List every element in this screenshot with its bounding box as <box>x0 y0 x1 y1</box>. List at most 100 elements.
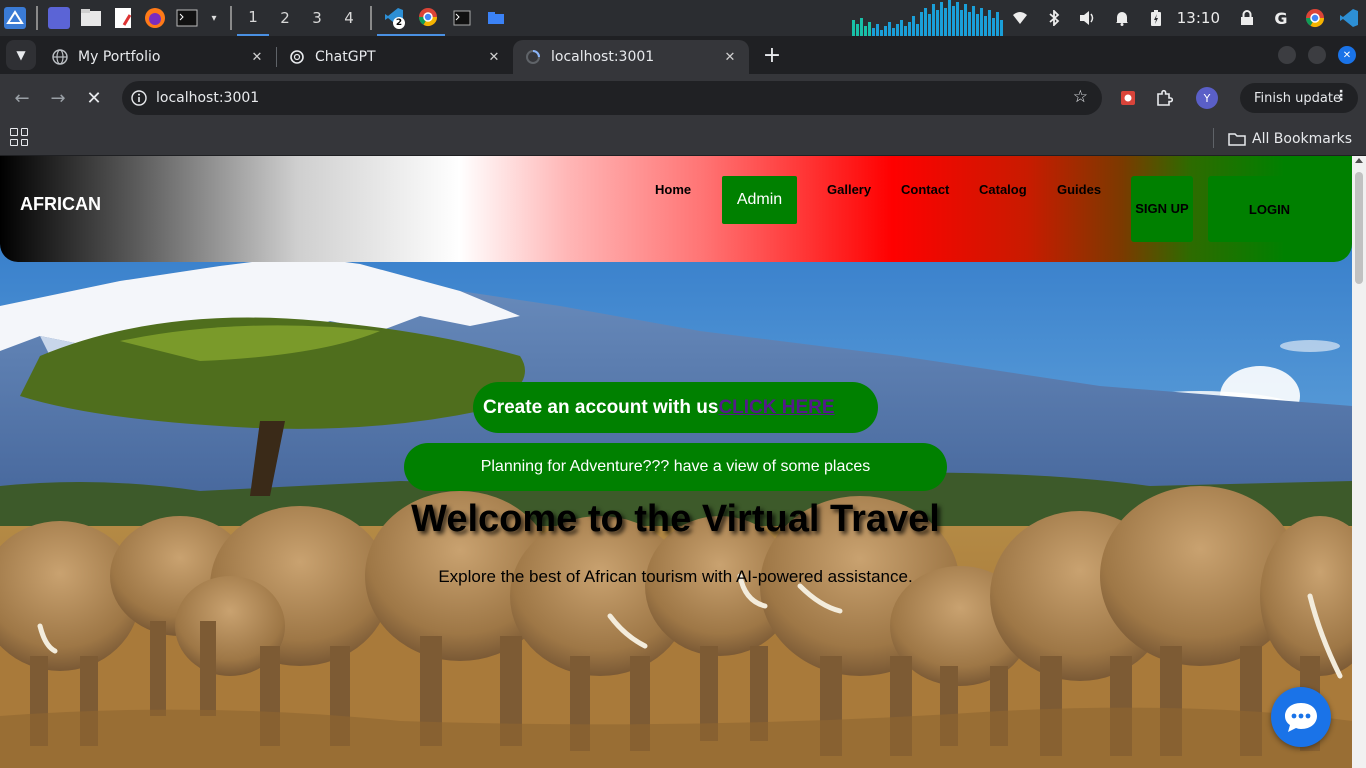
taskbar-separator <box>370 6 372 30</box>
nav-home-link[interactable]: Home <box>655 182 691 197</box>
hero-subtitle: Explore the best of African tourism with… <box>438 567 913 586</box>
scroll-up-arrow-icon[interactable] <box>1355 158 1363 163</box>
battery-charging-icon[interactable] <box>1139 0 1173 36</box>
bookmarks-bar: All Bookmarks <box>0 122 1366 156</box>
terminal-taskbar-app[interactable] <box>445 0 479 36</box>
back-button[interactable]: ← <box>4 80 40 116</box>
create-account-banner: Create an account with us CLICK HERE <box>473 382 878 433</box>
plus-icon: + <box>762 42 782 68</box>
create-account-text: Create an account with us <box>483 396 719 418</box>
chrome-icon <box>419 8 437 27</box>
folder-icon <box>1228 133 1246 146</box>
workspace-3[interactable]: 3 <box>301 0 333 36</box>
globe-icon <box>52 49 68 65</box>
stop-loading-button[interactable]: ✕ <box>76 80 112 116</box>
finish-update-button[interactable]: Finish update ⋮ <box>1240 83 1358 113</box>
tab-title: My Portfolio <box>78 49 161 65</box>
apps-grid-icon[interactable] <box>10 128 28 146</box>
arrow-left-icon: ← <box>14 87 30 109</box>
signup-button[interactable]: SIGN UP <box>1131 176 1193 242</box>
vscode-taskbar-app[interactable]: 2 <box>377 0 411 36</box>
maximize-button[interactable] <box>1308 46 1326 64</box>
workspace-1[interactable]: 1 <box>237 0 269 36</box>
tab-chatgpt[interactable]: ChatGPT ✕ <box>277 40 513 74</box>
all-bookmarks-button[interactable]: All Bookmarks <box>1228 128 1352 150</box>
firefox-icon[interactable] <box>144 7 166 29</box>
workspace-2[interactable]: 2 <box>269 0 301 36</box>
finish-update-label: Finish update <box>1254 90 1341 106</box>
close-icon[interactable]: ✕ <box>721 48 739 66</box>
chrome-tray-icon[interactable] <box>1298 0 1332 36</box>
bluetooth-icon[interactable] <box>1037 0 1071 36</box>
bookmark-star-icon[interactable]: ☆ <box>1073 87 1088 107</box>
new-tab-button[interactable]: + <box>757 40 787 70</box>
system-tray: 13:10 G <box>1003 0 1366 36</box>
chat-bubble-icon <box>1285 703 1317 732</box>
minimize-button[interactable] <box>1278 46 1296 64</box>
window-controls: ✕ <box>1278 46 1356 64</box>
cpu-usage-graph <box>852 0 1003 36</box>
window-count-badge: 2 <box>393 17 405 29</box>
extension-icon[interactable] <box>1114 81 1142 115</box>
google-sync-icon[interactable]: G <box>1264 0 1298 36</box>
chevron-down-icon: ▼ <box>16 48 26 62</box>
workspace-4[interactable]: 4 <box>333 0 365 36</box>
close-icon[interactable]: ✕ <box>485 48 503 66</box>
wifi-icon[interactable] <box>1003 0 1037 36</box>
show-desktop-icon[interactable] <box>48 7 70 29</box>
nav-catalog-link[interactable]: Catalog <box>979 182 1027 197</box>
notification-bell-icon[interactable] <box>1105 0 1139 36</box>
terminal-icon <box>453 10 471 26</box>
tab-search-button[interactable]: ▼ <box>6 40 36 70</box>
tab-localhost[interactable]: localhost:3001 ✕ <box>513 40 749 74</box>
start-menu-icon[interactable] <box>4 7 26 29</box>
chat-widget-button[interactable] <box>1271 687 1331 747</box>
all-bookmarks-label: All Bookmarks <box>1252 131 1353 147</box>
login-button[interactable]: LOGIN <box>1208 176 1331 242</box>
tab-my-portfolio[interactable]: My Portfolio ✕ <box>40 40 276 74</box>
profile-avatar[interactable]: Y <box>1196 87 1218 109</box>
volume-icon[interactable] <box>1071 0 1105 36</box>
files-taskbar-app[interactable] <box>479 0 513 36</box>
taskbar-separator <box>230 6 232 30</box>
close-icon: ✕ <box>1342 49 1352 61</box>
browser-tab-strip: ▼ My Portfolio ✕ ChatGPT ✕ localhost:300… <box>0 36 1366 74</box>
chevron-down-icon[interactable]: ▾ <box>208 7 220 29</box>
folder-icon <box>488 12 504 24</box>
loading-icon <box>525 49 541 65</box>
bookmarks-separator <box>1213 128 1214 148</box>
browser-toolbar: ← → ✕ localhost:3001 ☆ Y Finish update ⋮ <box>0 74 1366 122</box>
close-icon[interactable]: ✕ <box>248 48 266 66</box>
scrollbar-thumb[interactable] <box>1355 172 1363 284</box>
tab-title: ChatGPT <box>315 49 376 65</box>
tab-title: localhost:3001 <box>551 49 655 65</box>
lock-icon[interactable] <box>1230 0 1264 36</box>
clock[interactable]: 13:10 <box>1173 9 1230 27</box>
page-viewport: AFRICAN Home Admin Gallery Contact Catal… <box>0 156 1352 768</box>
nav-gallery-link[interactable]: Gallery <box>827 182 871 197</box>
address-bar[interactable]: localhost:3001 ☆ <box>122 81 1102 115</box>
adventure-banner[interactable]: Planning for Adventure??? have a view of… <box>404 443 947 491</box>
more-vert-icon: ⋮ <box>1334 88 1348 104</box>
forward-button[interactable]: → <box>40 80 76 116</box>
brand-logo-text[interactable]: AFRICAN <box>20 194 101 215</box>
nav-guides-link[interactable]: Guides <box>1057 182 1101 197</box>
close-icon: ✕ <box>86 87 102 109</box>
nav-contact-link[interactable]: Contact <box>901 182 949 197</box>
page-scrollbar[interactable] <box>1352 156 1366 768</box>
puzzle-icon[interactable] <box>1150 81 1178 115</box>
url-text[interactable]: localhost:3001 <box>156 90 259 106</box>
site-header: AFRICAN Home Admin Gallery Contact Catal… <box>0 156 1352 262</box>
close-window-button[interactable]: ✕ <box>1338 46 1356 64</box>
chrome-taskbar-app[interactable] <box>411 0 445 36</box>
text-editor-icon[interactable] <box>112 7 134 29</box>
terminal-icon[interactable] <box>176 7 198 29</box>
arrow-right-icon: → <box>50 87 66 109</box>
vscode-tray-icon[interactable] <box>1332 0 1366 36</box>
site-info-icon[interactable] <box>122 90 156 106</box>
os-taskbar: ▾ 1 2 3 4 2 13:10 G <box>0 0 1366 36</box>
click-here-link[interactable]: CLICK HERE <box>718 397 834 419</box>
extensions-area: Y <box>1114 81 1218 115</box>
file-manager-icon[interactable] <box>80 7 102 29</box>
nav-admin-button[interactable]: Admin <box>722 176 797 224</box>
